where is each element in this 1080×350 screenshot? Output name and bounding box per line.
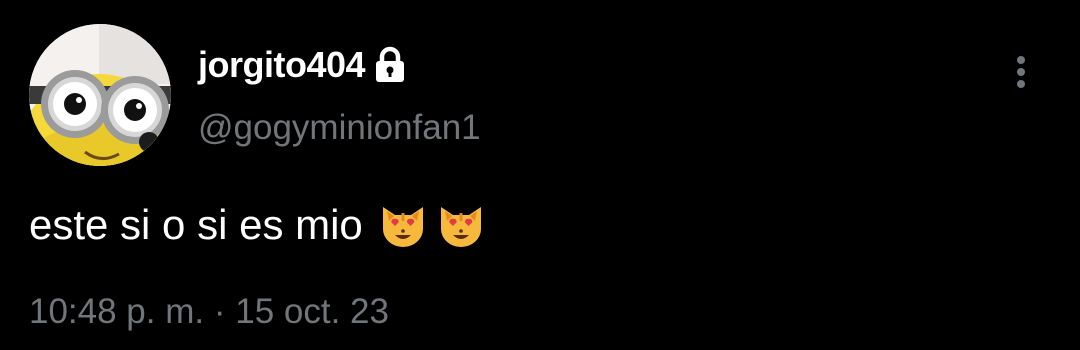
minion-avatar-image xyxy=(29,24,171,166)
display-name[interactable]: jorgito404 xyxy=(198,44,366,86)
smiling-cat-heart-eyes-emoji xyxy=(435,199,487,251)
tweet-timestamp[interactable]: 10:48 p. m. · 15 oct. 23 xyxy=(29,292,389,332)
tweet-text: este si o si es mio xyxy=(29,198,487,252)
smiling-cat-heart-eyes-emoji xyxy=(377,199,429,251)
meta-separator: · xyxy=(213,292,226,331)
more-options-button[interactable] xyxy=(1005,55,1037,91)
lock-icon xyxy=(373,46,407,84)
user-name-row: jorgito404 xyxy=(198,40,407,90)
more-vertical-icon xyxy=(1017,56,1025,88)
tweet-date: 15 oct. 23 xyxy=(235,292,389,331)
tweet-time: 10:48 p. m. xyxy=(29,292,205,331)
user-handle[interactable]: @gogyminionfan1 xyxy=(198,108,481,148)
avatar[interactable] xyxy=(29,24,171,166)
tweet-text-content: este si o si es mio xyxy=(29,201,363,248)
